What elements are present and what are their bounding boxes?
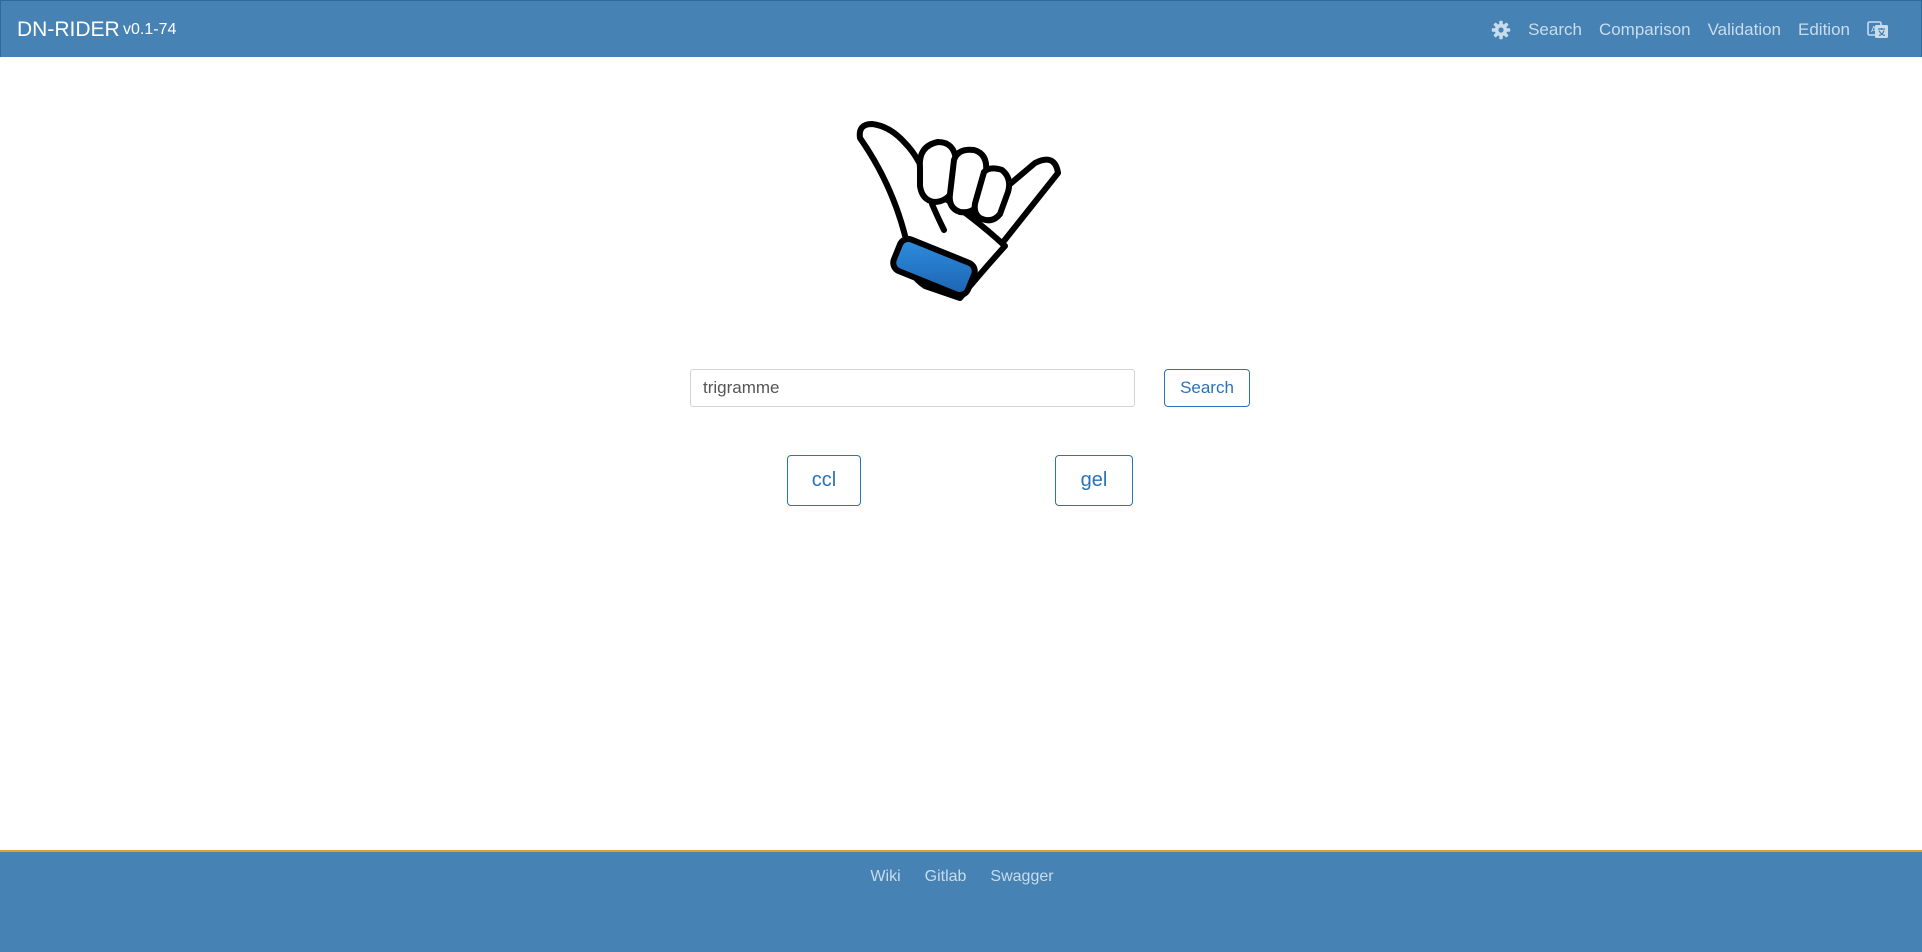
top-navbar: DN-RIDER v0.1-74 Search Comparison Valid…: [0, 0, 1922, 57]
footer: Wiki Gitlab Swagger: [0, 850, 1922, 952]
search-button[interactable]: Search: [1164, 369, 1250, 407]
app-version: v0.1-74: [123, 21, 177, 38]
translate-icon[interactable]: A: [1867, 20, 1889, 40]
nav-edition[interactable]: Edition: [1798, 20, 1850, 40]
user-button-ccl[interactable]: ccl: [787, 455, 861, 506]
nav-comparison[interactable]: Comparison: [1599, 20, 1691, 40]
footer-links: Wiki Gitlab Swagger: [0, 868, 1922, 886]
footer-link-swagger[interactable]: Swagger: [990, 868, 1053, 886]
footer-link-wiki[interactable]: Wiki: [870, 868, 900, 886]
nav-search[interactable]: Search: [1528, 20, 1582, 40]
nav-menu: Search Comparison Validation Edition A: [1491, 1, 1889, 58]
search-input[interactable]: [690, 369, 1135, 407]
svg-text:A: A: [1871, 25, 1877, 34]
gear-icon[interactable]: [1491, 20, 1511, 40]
nav-validation[interactable]: Validation: [1708, 20, 1781, 40]
app-brand[interactable]: DN-RIDER: [17, 17, 120, 43]
footer-link-gitlab[interactable]: Gitlab: [925, 868, 967, 886]
user-button-gel[interactable]: gel: [1055, 455, 1133, 506]
shaka-hand-icon: [850, 118, 1070, 308]
